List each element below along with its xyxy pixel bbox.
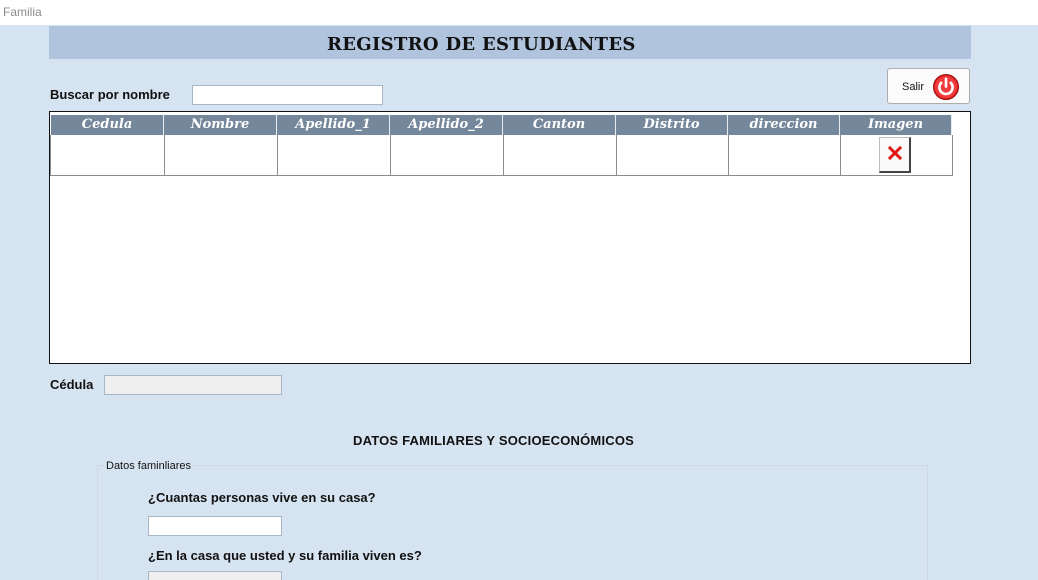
header-band: REGISTRO DE ESTUDIANTES xyxy=(49,26,971,59)
column-header-apellido-1[interactable]: Apellido_1 xyxy=(277,115,390,135)
grid-header-row: Cedula Nombre Apellido_1 Apellido_2 Cant… xyxy=(51,115,952,135)
cell-cedula[interactable] xyxy=(50,135,164,175)
exit-button[interactable]: Salir xyxy=(887,68,970,104)
cell-direccion[interactable] xyxy=(728,135,840,175)
students-grid[interactable]: Cedula Nombre Apellido_1 Apellido_2 Cant… xyxy=(49,111,971,364)
house-type-select[interactable] xyxy=(148,571,282,580)
exit-button-label: Salir xyxy=(902,81,925,93)
column-header-distrito[interactable]: Distrito xyxy=(616,115,728,135)
cell-apellido-2[interactable] xyxy=(390,135,503,175)
column-header-canton[interactable]: Canton xyxy=(503,115,616,135)
question-house-label: ¿En la casa que usted y su familia viven… xyxy=(148,548,422,563)
cell-distrito[interactable] xyxy=(616,135,728,175)
cell-canton[interactable] xyxy=(503,135,616,175)
table-row[interactable] xyxy=(50,135,953,176)
search-label: Buscar por nombre xyxy=(50,87,170,102)
search-input[interactable] xyxy=(192,85,383,105)
column-header-imagen[interactable]: Imagen xyxy=(840,115,952,135)
window-titlebar: Familia xyxy=(0,0,1038,25)
power-icon xyxy=(933,74,959,100)
family-section-title: DATOS FAMILIARES Y SOCIOECONÓMICOS xyxy=(353,433,635,448)
broken-image-icon xyxy=(887,145,903,161)
groupbox-legend: Datos faminliares xyxy=(104,460,193,472)
window-title: Familia xyxy=(3,5,42,19)
page-title: REGISTRO DE ESTUDIANTES xyxy=(327,34,636,55)
people-count-field[interactable] xyxy=(148,516,282,536)
column-header-apellido-2[interactable]: Apellido_2 xyxy=(390,115,503,135)
question-people-label: ¿Cuantas personas vive en su casa? xyxy=(148,490,376,505)
image-placeholder xyxy=(879,137,911,173)
cell-apellido-1[interactable] xyxy=(277,135,390,175)
column-header-cedula[interactable]: Cedula xyxy=(51,115,164,135)
cedula-field[interactable] xyxy=(104,375,282,395)
cedula-label: Cédula xyxy=(50,377,94,392)
cell-imagen[interactable] xyxy=(840,135,953,175)
column-header-direccion[interactable]: direccion xyxy=(728,115,840,135)
cell-nombre[interactable] xyxy=(164,135,277,175)
column-header-nombre[interactable]: Nombre xyxy=(164,115,277,135)
